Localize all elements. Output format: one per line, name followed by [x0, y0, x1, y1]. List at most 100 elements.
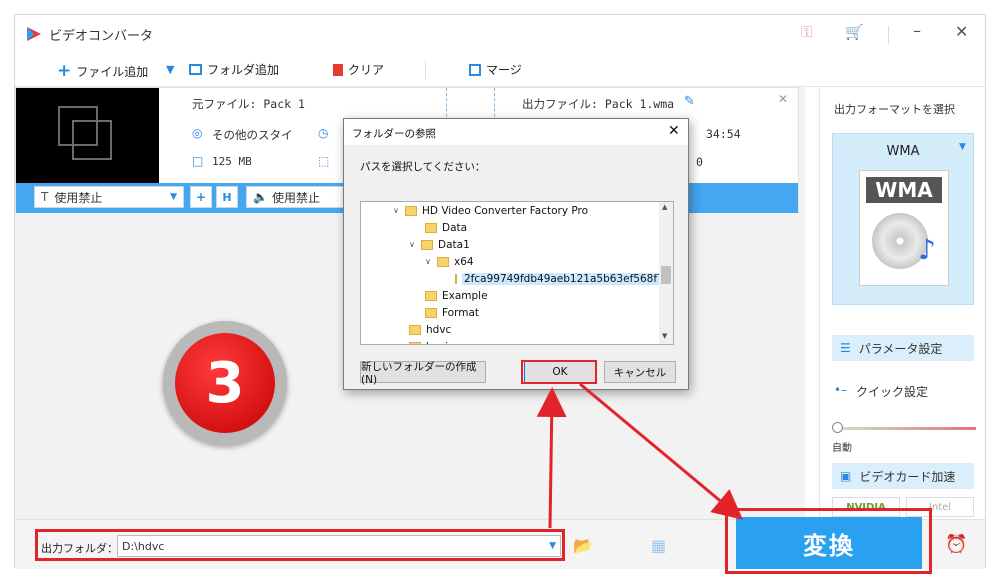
tree-item-selected[interactable]: 2fca99749fdb49aeb121a5b63ef568f7 — [361, 270, 666, 287]
format-icon: ◎ — [192, 126, 203, 140]
title-bar: ビデオコンバータ ⚿ 🛒 – ✕ — [15, 15, 985, 53]
output-size: 0 — [696, 155, 703, 169]
open-folder-icon[interactable]: 📂 — [573, 536, 593, 555]
add-subtitle-button[interactable]: + — [190, 186, 212, 208]
folder-browse-dialog: フォルダーの参照 ✕ パスを選択してください： ∨ HD Video Conve… — [343, 118, 689, 390]
scrollbar-thumb[interactable] — [661, 266, 671, 284]
gpu-accel-button[interactable]: ▣ ビデオカード加速 — [832, 463, 974, 489]
source-size: 125 MB — [212, 155, 252, 168]
tree-item[interactable]: kuping — [361, 338, 659, 345]
sliders-icon: ☰ — [840, 341, 851, 355]
merge-button[interactable]: マージ — [469, 61, 522, 78]
tree-item-label: Data — [442, 221, 468, 234]
folder-icon — [455, 273, 457, 284]
folder-icon — [409, 324, 421, 335]
hd-icon: H — [222, 190, 232, 204]
divider — [888, 26, 889, 44]
music-note-icon: ♪ — [918, 233, 936, 266]
quality-slider[interactable] — [834, 427, 976, 430]
output-duration: 34:54 — [706, 127, 741, 141]
slider-handle[interactable] — [832, 422, 843, 433]
divider — [425, 61, 426, 79]
video-thumbnail — [16, 88, 159, 183]
plus-icon: + — [195, 190, 207, 204]
close-button[interactable]: ✕ — [955, 22, 968, 41]
text-t-icon: T — [41, 190, 49, 204]
intel-label: Intel — [928, 501, 952, 513]
add-file-button[interactable]: + ファイル追加 — [57, 61, 148, 81]
merge-label: マージ — [486, 63, 522, 77]
tree-item[interactable]: Format — [361, 304, 659, 321]
scroll-down-icon[interactable]: ▼ — [662, 332, 667, 340]
dialog-close-button[interactable]: ✕ — [668, 123, 680, 139]
alarm-clock-icon[interactable]: ⏰ — [945, 534, 967, 555]
output-file-label: 出力ファイル: Pack 1.wma — [522, 97, 675, 111]
scroll-up-icon[interactable]: ▲ — [662, 203, 667, 211]
chevron-down-icon: ▼ — [959, 142, 966, 152]
quick-settings-label: クイック設定 — [856, 385, 929, 399]
folder-icon — [409, 341, 421, 344]
quick-settings-icon: •– — [834, 383, 848, 397]
new-folder-button[interactable]: 新しいフォルダーの作成(N) — [360, 360, 486, 386]
tree-scrollbar[interactable]: ▲ ▼ — [659, 202, 673, 344]
dialog-prompt: パスを選択してください： — [360, 161, 486, 173]
chevron-down-icon: ∨ — [393, 206, 399, 215]
format-heading: 出力フォーマットを選択 — [834, 103, 955, 116]
minimize-button[interactable]: – — [913, 21, 921, 40]
audio-track-value: 使用禁止 — [271, 190, 320, 205]
clear-button[interactable]: クリア — [333, 61, 384, 78]
toolbar: + ファイル追加 ▼ フォルダ追加 クリア マージ — [15, 53, 985, 87]
tree-item[interactable]: hdvc — [361, 321, 659, 338]
step-number: 3 — [175, 333, 275, 433]
format-card[interactable]: WMA ▼ WMA ♪ — [832, 133, 974, 305]
step-badge: 3 — [163, 321, 287, 445]
add-file-label: ファイル追加 — [76, 64, 149, 79]
tree-item[interactable]: Example — [361, 287, 659, 304]
add-folder-label: フォルダ追加 — [207, 63, 280, 77]
window-title: ビデオコンバータ — [49, 29, 154, 44]
dialog-title: フォルダーの参照 — [352, 128, 436, 140]
speaker-icon: 🔈 — [253, 190, 268, 204]
chevron-down-icon: ▼ — [170, 192, 177, 202]
chip-icon: ▣ — [840, 469, 852, 483]
subtitle-select[interactable]: T 使用禁止 ▼ — [34, 186, 184, 208]
annotation-box-ok — [521, 360, 597, 384]
format-panel: 出力フォーマットを選択 WMA ▼ WMA ♪ ☰ パラメータ設定 •– クイッ… — [819, 87, 985, 519]
cancel-button[interactable]: キャンセル — [604, 361, 676, 383]
chevron-down-icon: ∨ — [409, 240, 415, 249]
tree-item-label: Example — [442, 289, 488, 302]
clock-icon: ◷ — [318, 126, 329, 140]
annotation-box-output-folder — [35, 529, 565, 561]
tree-item[interactable]: Data — [361, 219, 659, 236]
add-file-dropdown-icon[interactable]: ▼ — [166, 63, 174, 76]
tree-item[interactable]: ∨ x64 — [361, 253, 659, 270]
merge-icon — [469, 63, 481, 76]
cart-icon[interactable]: 🛒 — [845, 23, 864, 41]
app-logo-icon — [27, 27, 41, 41]
tree-item[interactable]: ∨ Data1 — [361, 236, 659, 253]
folder-icon — [425, 307, 437, 318]
tree-item-label: 2fca99749fdb49aeb121a5b63ef568f7 — [462, 272, 666, 285]
tree-item-label: kuping — [426, 341, 461, 345]
tree-item-label: Format — [442, 306, 480, 319]
edit-pencil-icon[interactable]: ✎ — [684, 94, 695, 109]
param-settings-button[interactable]: ☰ パラメータ設定 — [832, 335, 974, 361]
clear-label: クリア — [348, 63, 385, 77]
cancel-label: キャンセル — [613, 366, 667, 379]
new-folder-label: 新しいフォルダーの作成(N) — [361, 360, 477, 386]
add-folder-button[interactable]: フォルダ追加 — [189, 61, 279, 78]
folder-icon — [437, 256, 449, 267]
remove-task-icon[interactable]: ✕ — [778, 92, 788, 106]
subtitle-hd-button[interactable]: H — [216, 186, 238, 208]
folder-tree: ∨ HD Video Converter Factory Pro Data ∨ … — [360, 201, 674, 345]
wma-file-icon: WMA ♪ — [859, 170, 949, 286]
folder-icon — [425, 222, 437, 233]
tree-item[interactable]: ∨ HD Video Converter Factory Pro — [361, 202, 659, 219]
folder-size-icon: □ — [192, 154, 204, 168]
key-icon[interactable]: ⚿ — [801, 23, 812, 41]
folder-icon — [421, 239, 433, 250]
video-preview-icon[interactable]: ▦ — [651, 536, 666, 555]
tree-item-label: Data1 — [438, 238, 470, 251]
chevron-down-icon: ∨ — [425, 257, 431, 266]
tree-item-label: x64 — [454, 255, 474, 268]
